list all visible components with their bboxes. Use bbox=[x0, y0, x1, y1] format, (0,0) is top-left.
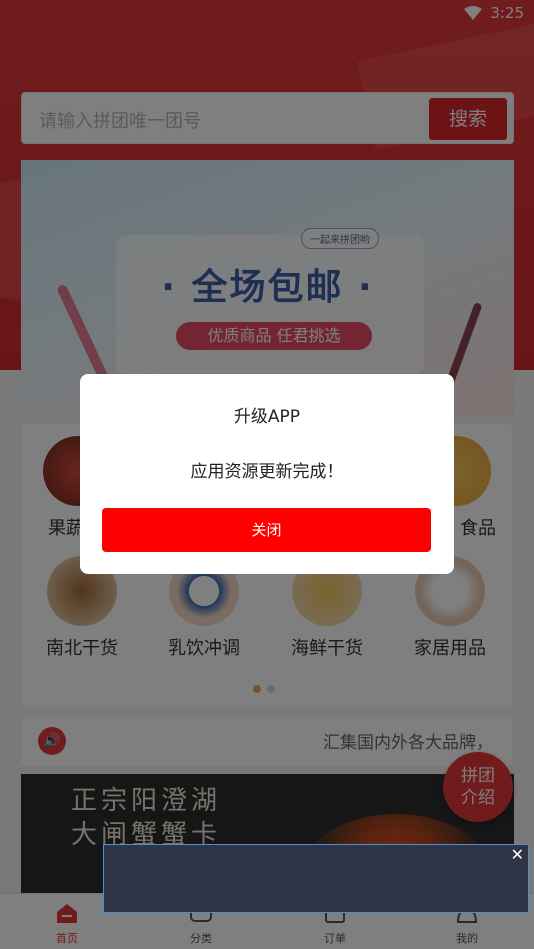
ad-close-icon[interactable]: ✕ bbox=[511, 845, 524, 864]
dialog-title: 升级APP bbox=[233, 407, 301, 427]
ad-banner[interactable]: ✕ bbox=[103, 844, 529, 913]
close-button[interactable]: 关闭 bbox=[102, 508, 431, 552]
dialog-message: 应用资源更新完成！ bbox=[190, 462, 344, 482]
update-dialog: 升级APP 应用资源更新完成！ 关闭 bbox=[80, 374, 454, 574]
